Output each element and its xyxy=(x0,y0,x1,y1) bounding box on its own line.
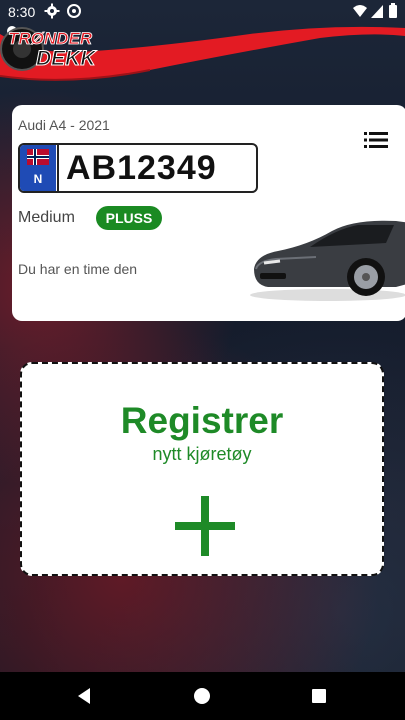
at-icon xyxy=(67,4,81,18)
status-time: 8:30 xyxy=(8,4,36,20)
gear-icon xyxy=(44,3,60,19)
svg-text:TRØNDER: TRØNDER xyxy=(8,29,93,48)
logo: TRØNDER DEKK xyxy=(0,27,98,71)
wifi-icon xyxy=(353,5,367,17)
navigation-bar xyxy=(0,672,405,720)
norway-flag-icon xyxy=(27,149,49,165)
home-icon[interactable] xyxy=(192,686,212,706)
register-title: Registrer xyxy=(120,400,284,441)
tier-badge: PLUSS xyxy=(96,206,162,230)
tier-label: Medium xyxy=(18,209,75,226)
plate-number: AB12349 xyxy=(66,149,217,187)
plate-country-band: N xyxy=(20,145,56,191)
app-header: TRØNDER DEKK xyxy=(0,24,405,88)
appointment-text: Du har en time den xyxy=(18,261,138,277)
recents-icon[interactable] xyxy=(309,686,329,706)
plate-country-code: N xyxy=(33,172,43,186)
register-vehicle-button[interactable]: Registrer nytt kjøretøy xyxy=(20,362,384,576)
license-plate: N AB12349 xyxy=(18,143,258,193)
vehicle-card[interactable]: Audi A4 - 2021 N AB12349 Medium PLUSS Du… xyxy=(12,105,405,321)
register-subtitle: nytt kjøretøy xyxy=(152,444,252,464)
plus-icon xyxy=(175,496,235,556)
status-bar: 8:30 xyxy=(0,0,405,24)
plate-divider xyxy=(57,145,59,191)
vehicle-model: Audi A4 - 2021 xyxy=(18,117,110,133)
back-icon[interactable] xyxy=(74,686,94,706)
battery-icon xyxy=(389,3,397,18)
signal-icon xyxy=(371,5,383,18)
list-icon[interactable] xyxy=(364,131,388,149)
car-image xyxy=(250,220,405,301)
svg-text:DEKK: DEKK xyxy=(36,47,97,70)
